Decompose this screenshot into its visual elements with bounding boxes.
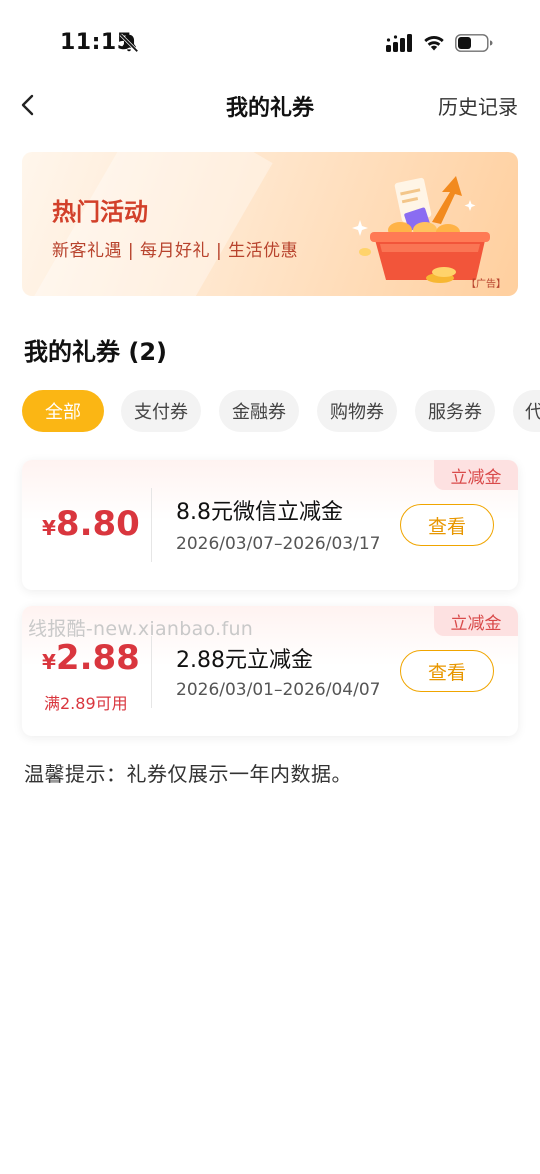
coupon-dates: 2026/03/07–2026/03/17: [176, 534, 381, 554]
coupon-name: 8.8元微信立减金: [176, 500, 343, 525]
view-coupon-button[interactable]: 查看: [400, 504, 494, 546]
banner-title: 热门活动: [52, 198, 148, 226]
chip-more[interactable]: 代: [513, 390, 540, 432]
promo-banner[interactable]: 热门活动 新客礼遇 | 每月好礼 | 生活优惠 【广告】: [22, 152, 518, 296]
coupon-dates: 2026/03/01–2026/04/07: [176, 680, 381, 700]
coupon-name: 2.88元立减金: [176, 648, 313, 673]
coupon-amount: ¥2.88: [42, 638, 140, 678]
chip-all[interactable]: 全部: [22, 390, 104, 432]
coupon-type-tag: 立减金: [434, 460, 518, 490]
battery-icon: [455, 34, 493, 52]
chip-service[interactable]: 服务券: [415, 390, 495, 432]
status-bar: 11:15: [0, 0, 540, 88]
coupon-amount: ¥8.80: [42, 504, 140, 544]
card-divider: [151, 488, 152, 562]
coupon-condition: 满2.89可用: [44, 694, 128, 713]
coupon-card[interactable]: 立减金 ¥8.80 8.8元微信立减金 2026/03/07–2026/03/1…: [22, 460, 518, 590]
chip-payment[interactable]: 支付券: [121, 390, 201, 432]
view-coupon-button[interactable]: 查看: [400, 650, 494, 692]
chip-finance[interactable]: 金融券: [219, 390, 299, 432]
notice-tip: 温馨提示：礼券仅展示一年内数据。: [24, 762, 352, 786]
section-title: 我的礼券 (2): [24, 338, 167, 366]
bell-off-icon: [119, 33, 139, 53]
filter-chips: 全部 支付券 金融券 购物券 服务券 代: [22, 390, 540, 432]
card-divider: [151, 636, 152, 708]
watermark-text: 线报酷-new.xianbao.fun: [28, 618, 254, 640]
currency-symbol: ¥: [42, 650, 56, 674]
signal-icon: [386, 34, 412, 52]
wifi-icon: [424, 36, 444, 51]
gift-basket-illustration: [352, 176, 490, 283]
ad-label: 【广告】: [466, 279, 506, 290]
coupon-amount-value: 8.80: [55, 504, 140, 544]
chip-shopping[interactable]: 购物券: [317, 390, 397, 432]
banner-subtitle: 新客礼遇 | 每月好礼 | 生活优惠: [52, 241, 299, 261]
currency-symbol: ¥: [42, 516, 56, 540]
coupon-type-tag: 立减金: [434, 606, 518, 636]
coupon-amount-value: 2.88: [55, 638, 140, 678]
history-link[interactable]: 历史记录: [438, 91, 518, 120]
